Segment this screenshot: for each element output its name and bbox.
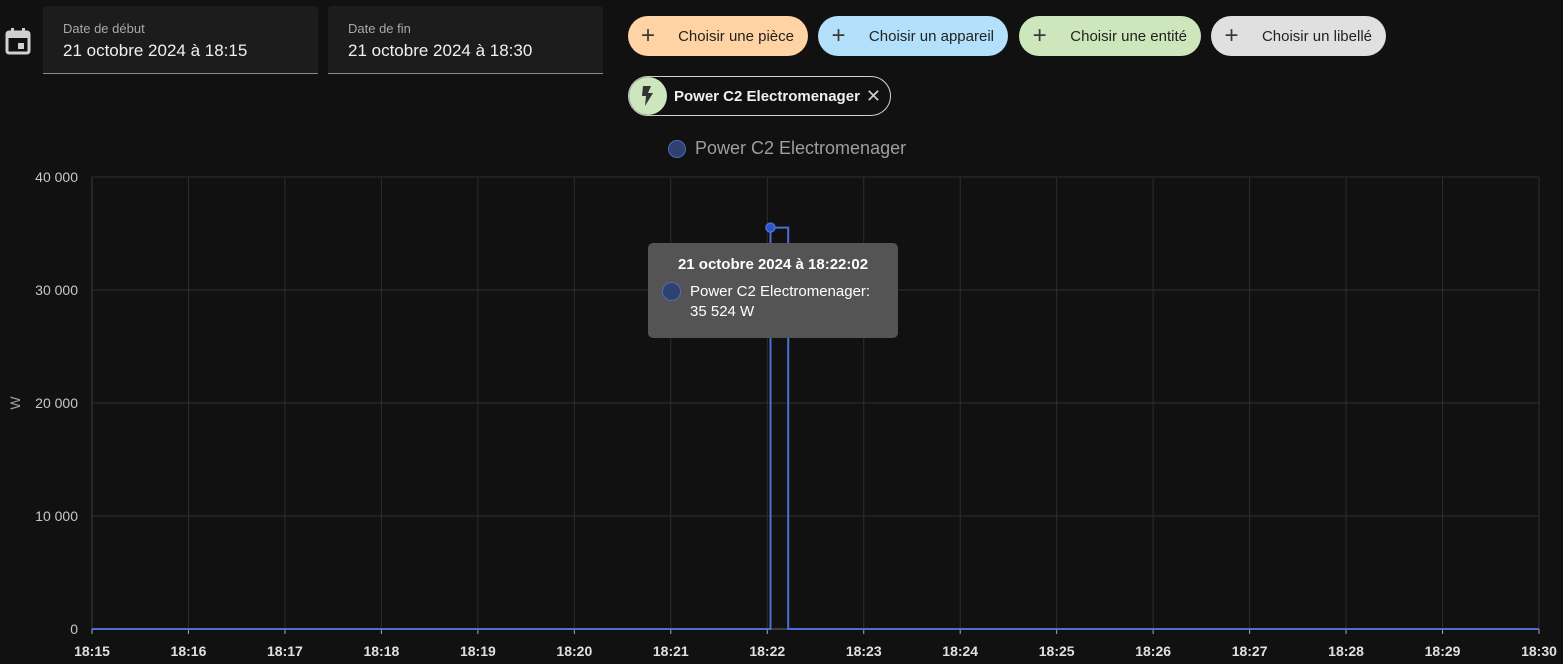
y-tick-label: 30 000 (35, 282, 78, 298)
chart-tooltip: 21 octobre 2024 à 18:22:02 Power C2 Elec… (648, 243, 898, 338)
tooltip-series-name: Power C2 Electromenager: (690, 283, 871, 300)
x-tick-label: 18:24 (942, 643, 978, 659)
x-tick-label: 18:30 (1521, 643, 1557, 659)
x-tick-label: 18:27 (1232, 643, 1268, 659)
x-tick-label: 18:25 (1039, 643, 1075, 659)
y-axis-ticks: 0 10 000 20 000 30 000 40 000 (35, 169, 78, 637)
y-tick-label: 20 000 (35, 395, 78, 411)
tooltip-series-marker (662, 282, 681, 301)
x-tick-label: 18:15 (74, 643, 110, 659)
x-tick-label: 18:29 (1425, 643, 1461, 659)
y-tick-label: 40 000 (35, 169, 78, 185)
x-tick-label: 18:23 (846, 643, 882, 659)
x-tick-label: 18:26 (1135, 643, 1171, 659)
y-tick-label: 0 (70, 621, 78, 637)
y-axis-label: W (7, 396, 23, 410)
x-tick-label: 18:18 (363, 643, 399, 659)
x-tick-label: 18:20 (556, 643, 592, 659)
highlight-point (765, 222, 776, 233)
y-tick-label: 10 000 (35, 508, 78, 524)
x-tick-label: 18:28 (1328, 643, 1364, 659)
x-axis-ticks: 18:15 18:16 18:17 18:18 18:19 18:20 18:21 18:22… (74, 643, 1557, 659)
tooltip-value: 35 524 W (690, 303, 755, 320)
x-tick-label: 18:17 (267, 643, 303, 659)
x-tick-label: 18:21 (653, 643, 689, 659)
x-tick-label: 18:19 (460, 643, 496, 659)
x-tick-label: 18:22 (749, 643, 785, 659)
tooltip-title: 21 octobre 2024 à 18:22:02 (677, 256, 869, 273)
x-tick-label: 18:16 (171, 643, 207, 659)
